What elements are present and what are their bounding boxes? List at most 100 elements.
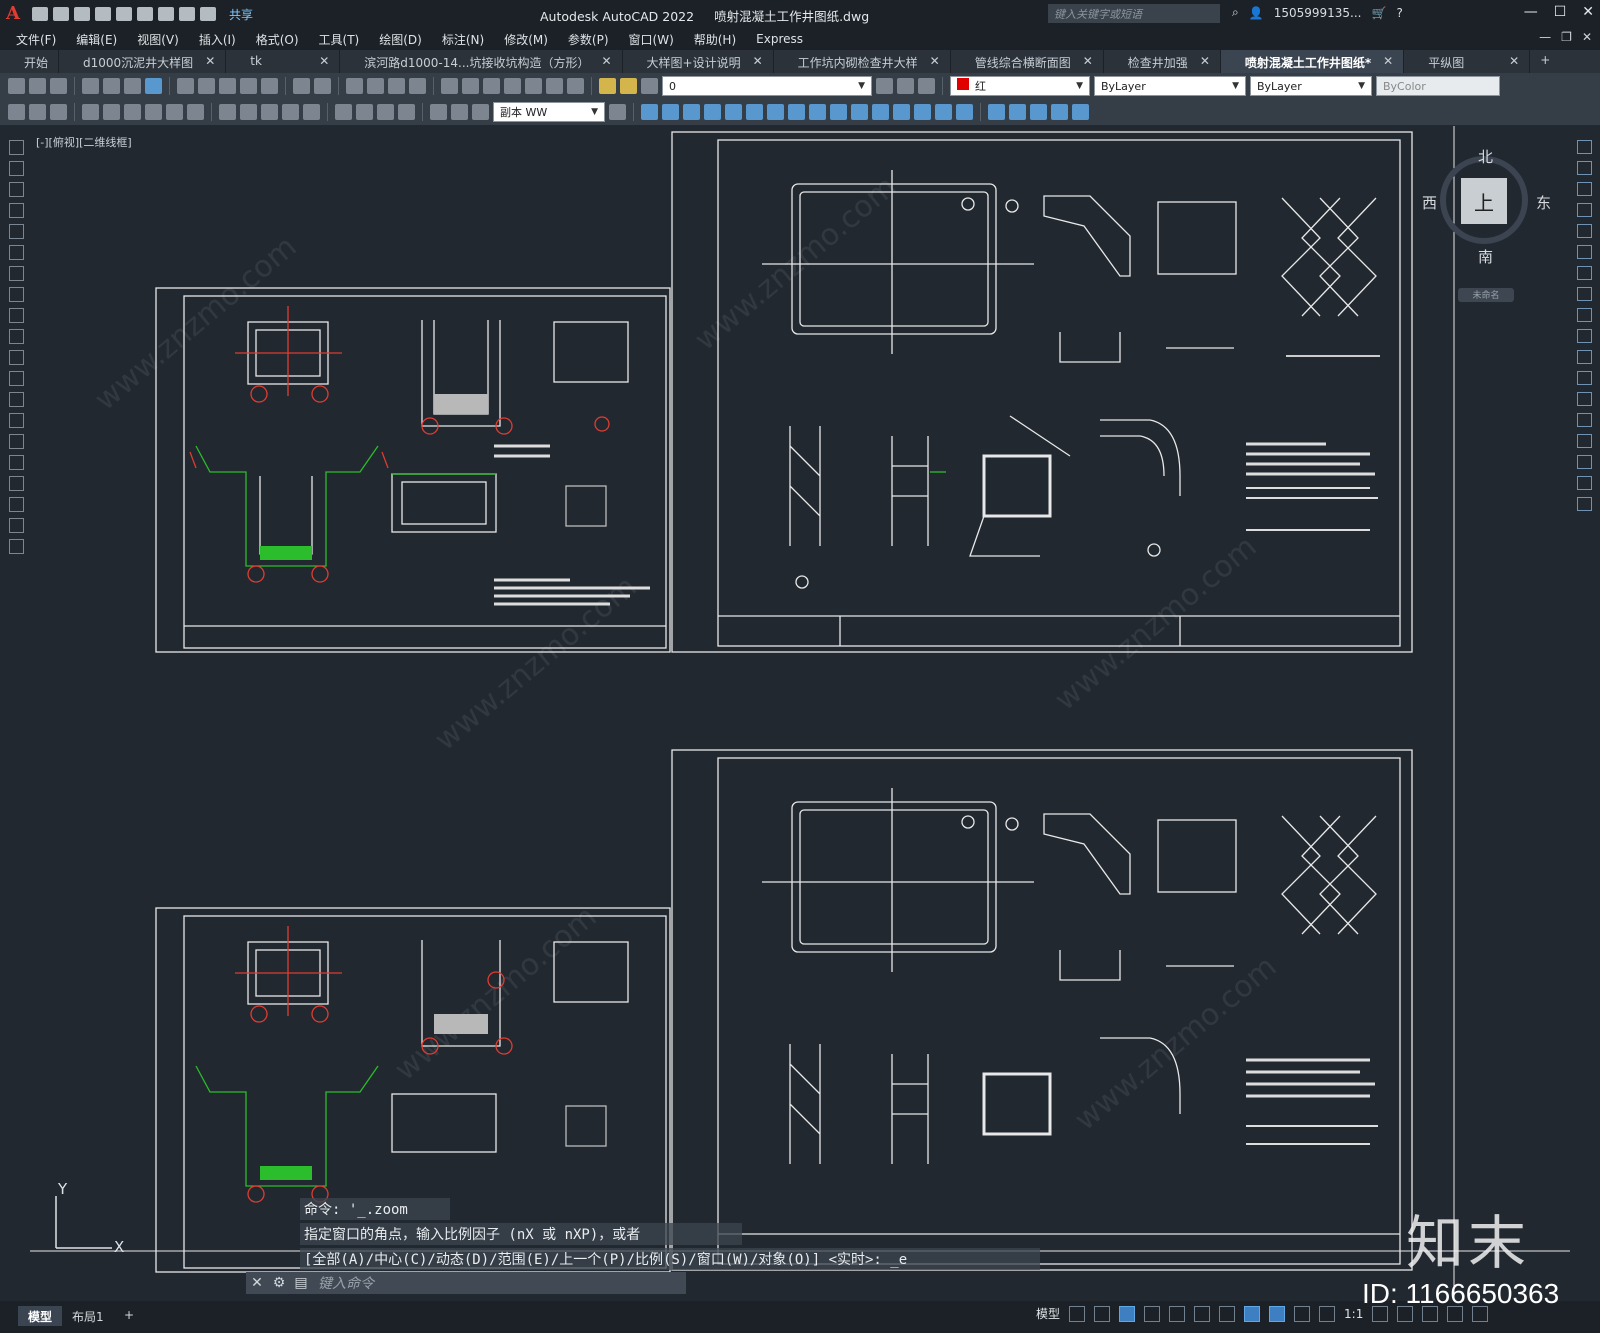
tab-close-icon[interactable]: ✕ (1509, 54, 1519, 73)
help-icon[interactable]: ? (1396, 6, 1402, 20)
explode-icon[interactable] (956, 104, 973, 120)
help-search-input[interactable]: 键入关键字或短语 (1048, 4, 1220, 23)
scale-icon[interactable] (1576, 287, 1592, 301)
point-icon[interactable] (8, 413, 24, 428)
cart-icon[interactable]: 🛒 (1371, 6, 1386, 20)
explode-icon[interactable] (1576, 497, 1592, 511)
mtext-icon[interactable] (8, 518, 24, 533)
rotate-icon[interactable] (767, 104, 784, 120)
preview-icon[interactable] (103, 78, 120, 94)
join-icon[interactable] (893, 104, 910, 120)
undo-icon[interactable] (293, 78, 310, 94)
snap-icon[interactable] (1094, 1305, 1111, 1322)
user-icon[interactable]: 👤 (1249, 6, 1264, 20)
annotation-scale[interactable]: 1:1 (1344, 1307, 1363, 1321)
redo-icon[interactable] (200, 7, 216, 21)
extend-icon[interactable] (851, 104, 868, 120)
block-icon[interactable] (261, 78, 278, 94)
ellipse-arc-icon[interactable] (8, 350, 24, 365)
compass-south[interactable]: 南 (1478, 246, 1493, 267)
insert-block-icon[interactable] (8, 371, 24, 386)
mirror-icon[interactable] (683, 104, 700, 120)
layer-state-icon[interactable] (599, 78, 616, 94)
new-icon[interactable] (8, 78, 25, 94)
plot-icon[interactable] (82, 78, 99, 94)
tab-detail[interactable]: 大样图+设计说明 ✕ (623, 50, 774, 73)
menu-file[interactable]: 文件(F) (16, 31, 56, 48)
tab-layout1[interactable]: 布局1 (62, 1306, 114, 1326)
color-dropdown[interactable]: 红 ▼ (950, 76, 1090, 96)
transparency-icon[interactable] (1269, 1305, 1286, 1322)
tab-start[interactable]: 开始 (0, 50, 60, 73)
chamfer-icon[interactable] (1576, 434, 1592, 448)
sheet-set-icon[interactable] (504, 78, 521, 94)
dim-style-icon[interactable] (609, 104, 626, 120)
save-icon[interactable] (50, 78, 67, 94)
inspect-icon[interactable] (377, 104, 394, 120)
tab-close-icon[interactable]: ✕ (601, 54, 611, 73)
offset-icon[interactable] (1576, 203, 1592, 217)
dim-text-edit-icon[interactable] (451, 104, 468, 120)
save-icon[interactable] (74, 7, 90, 21)
ortho-icon[interactable] (1119, 1305, 1136, 1322)
plotstyle-dropdown[interactable]: ByColor (1376, 76, 1500, 96)
new-icon[interactable] (32, 7, 48, 21)
layer-previous-icon[interactable] (918, 78, 935, 94)
offset-icon[interactable] (704, 104, 721, 120)
dim-continue-icon[interactable] (261, 104, 278, 120)
dim-arc-icon[interactable] (82, 104, 99, 120)
publish-icon[interactable] (124, 78, 141, 94)
menu-insert[interactable]: 插入(I) (199, 31, 236, 48)
move-icon[interactable] (746, 104, 763, 120)
quick-dim-icon[interactable] (219, 104, 236, 120)
dim-update-icon[interactable] (472, 104, 489, 120)
tab-close-icon[interactable]: ✕ (1383, 54, 1393, 73)
compass-north[interactable]: 北 (1478, 146, 1493, 167)
dimstyle-dropdown[interactable]: 副本 WW ▼ (493, 102, 605, 122)
fillet-icon[interactable] (1576, 455, 1592, 469)
wcs-menu[interactable]: 未命名 (1458, 288, 1514, 302)
match-prop-icon[interactable] (240, 78, 257, 94)
tab-shotcrete[interactable]: 喷射混凝土工作井图纸* ✕ (1220, 50, 1405, 73)
table-icon[interactable] (8, 497, 24, 512)
menu-view[interactable]: 视图(V) (137, 31, 179, 48)
dim-jogged-icon[interactable] (145, 104, 162, 120)
tab-profile[interactable]: 平纵图 ✕ (1404, 50, 1531, 73)
user-name[interactable]: 1505999135... (1274, 6, 1362, 20)
join-icon[interactable] (1576, 413, 1592, 427)
hatch-back-icon[interactable] (1072, 104, 1089, 120)
make-current-icon[interactable] (897, 78, 914, 94)
center-mark-icon[interactable] (356, 104, 373, 120)
tab-close-icon[interactable]: ✕ (1083, 54, 1093, 73)
scale-icon[interactable] (788, 104, 805, 120)
menu-format[interactable]: 格式(O) (256, 31, 299, 48)
menu-parametric[interactable]: 参数(P) (568, 31, 609, 48)
jogged-linear-icon[interactable] (398, 104, 415, 120)
publish-icon[interactable] (116, 7, 132, 21)
dim-ordinate-icon[interactable] (103, 104, 120, 120)
menu-express[interactable]: Express (756, 32, 803, 46)
zoom-previous-icon[interactable] (409, 78, 426, 94)
hatch-icon[interactable] (8, 434, 24, 449)
doc-close-icon[interactable]: ✕ (1582, 30, 1592, 44)
close-icon[interactable]: ✕ (1582, 4, 1594, 20)
trim-icon[interactable] (1576, 329, 1592, 343)
trim-icon[interactable] (830, 104, 847, 120)
dim-break-icon[interactable] (303, 104, 320, 120)
isodraft-icon[interactable] (1169, 1305, 1186, 1322)
zoom-realtime-icon[interactable] (367, 78, 384, 94)
line-icon[interactable] (8, 140, 24, 155)
dim-space-icon[interactable] (282, 104, 299, 120)
tab-close-icon[interactable]: ✕ (1200, 54, 1210, 73)
search-icon[interactable]: ⌕ (1232, 5, 1239, 20)
bring-front-icon[interactable] (1009, 104, 1026, 120)
plot-icon[interactable] (158, 7, 174, 21)
add-layout-button[interactable]: + (114, 1306, 144, 1326)
osnap-icon[interactable] (1219, 1305, 1236, 1322)
doc-restore-icon[interactable]: ❐ (1561, 30, 1572, 44)
tool-palettes-icon[interactable] (483, 78, 500, 94)
save-as-icon[interactable] (95, 7, 111, 21)
erase-icon[interactable] (641, 104, 658, 120)
revcloud-icon[interactable] (8, 287, 24, 302)
paste-icon[interactable] (219, 78, 236, 94)
